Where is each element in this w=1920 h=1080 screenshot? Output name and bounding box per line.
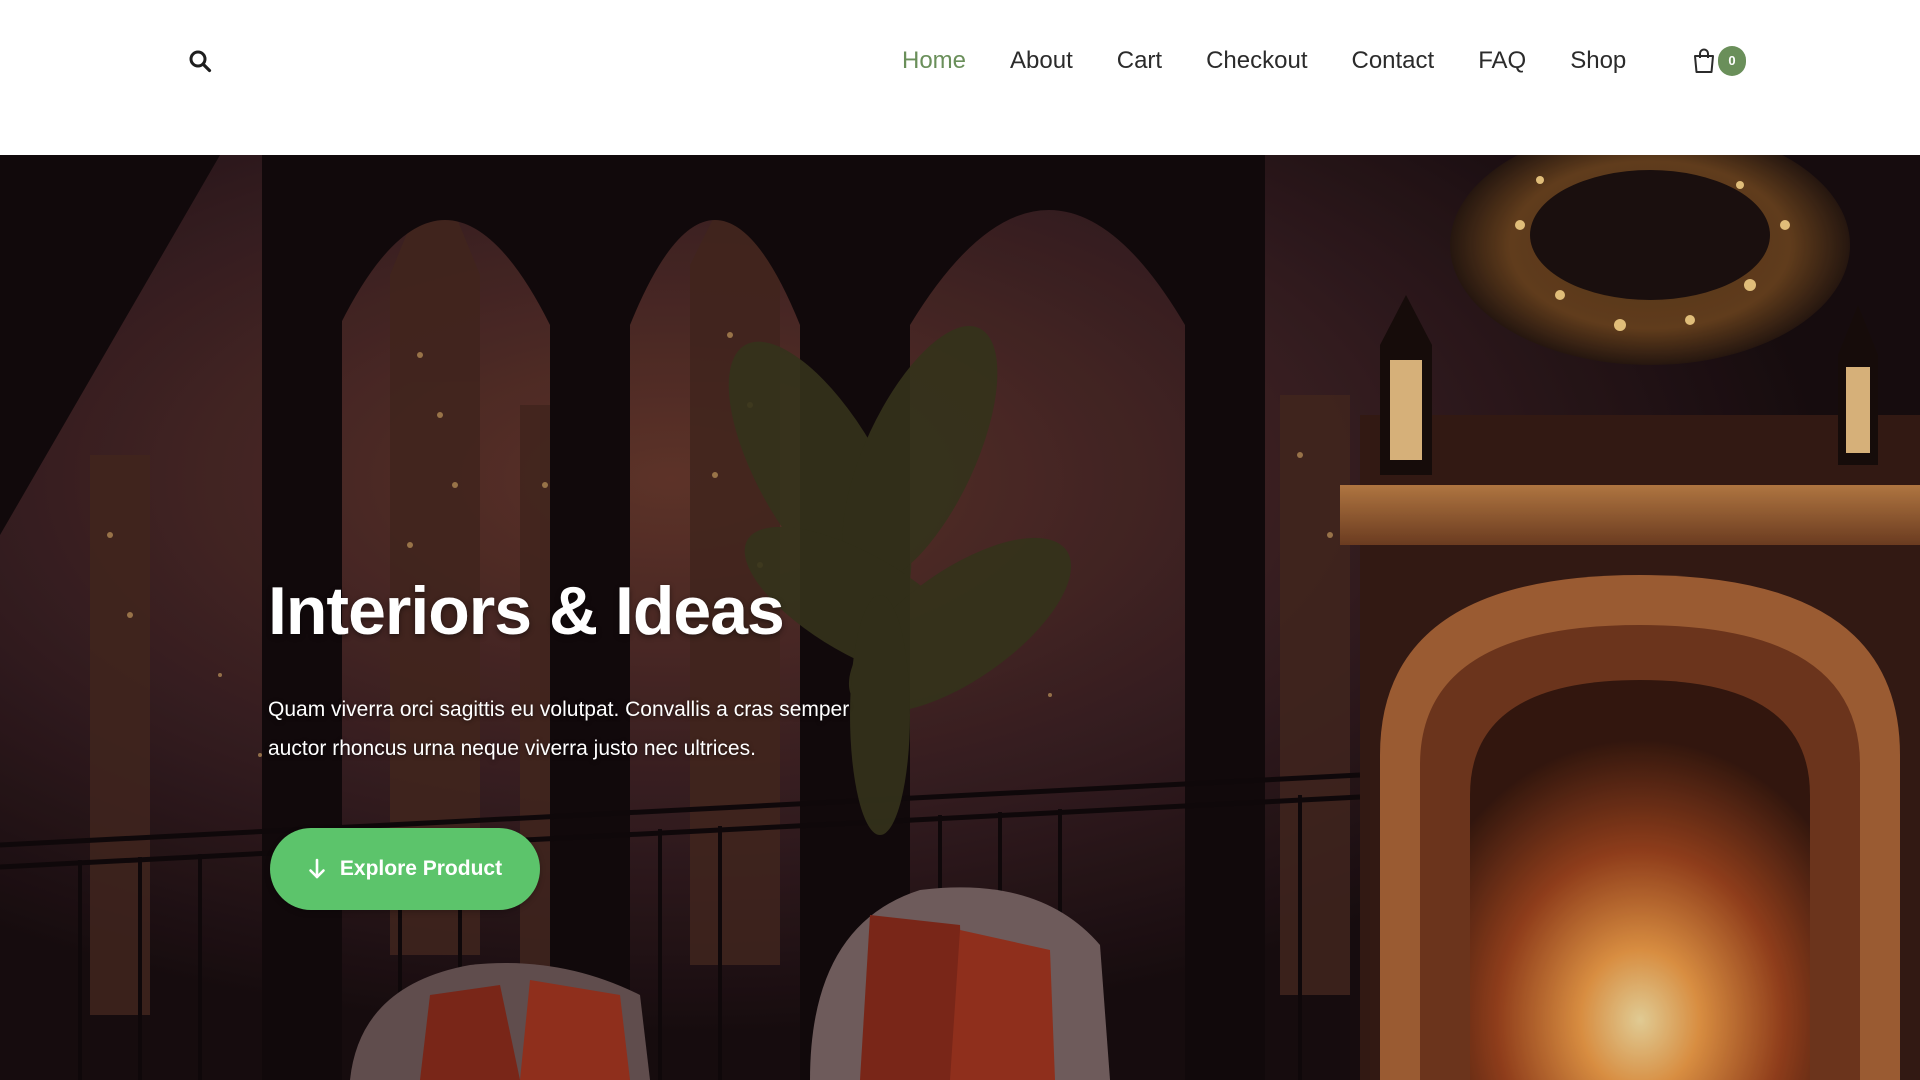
search-icon xyxy=(189,50,212,73)
main-nav: Home About Cart Checkout Contact FAQ Sho… xyxy=(902,44,1626,78)
hero-section: Interiors & Ideas Quam viverra orci sagi… xyxy=(0,155,1920,1080)
arrow-down-icon xyxy=(308,858,326,880)
nav-faq[interactable]: FAQ xyxy=(1478,44,1526,78)
nav-about[interactable]: About xyxy=(1010,44,1073,78)
hero-title: Interiors & Ideas xyxy=(268,573,785,649)
search-button[interactable] xyxy=(183,44,217,78)
nav-contact[interactable]: Contact xyxy=(1351,44,1434,78)
nav-cart[interactable]: Cart xyxy=(1117,44,1162,78)
nav-shop[interactable]: Shop xyxy=(1570,44,1626,78)
nav-home[interactable]: Home xyxy=(902,44,966,78)
hero-description: Quam viverra orci sagittis eu volutpat. … xyxy=(268,698,850,760)
shopping-bag-icon xyxy=(1694,48,1714,73)
explore-product-button[interactable]: Explore Product xyxy=(270,828,540,910)
nav-checkout[interactable]: Checkout xyxy=(1206,44,1307,78)
site-header: Home About Cart Checkout Contact FAQ Sho… xyxy=(0,0,1920,155)
cart-count-badge: 0 xyxy=(1718,46,1746,76)
cart-button[interactable]: 0 xyxy=(1692,44,1746,78)
explore-product-label: Explore Product xyxy=(339,857,503,880)
